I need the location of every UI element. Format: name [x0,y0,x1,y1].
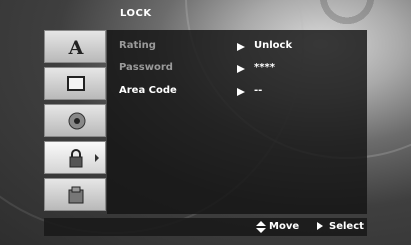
display-icon [67,76,85,91]
others-icon [68,186,84,204]
footer-help-bar: Move Select [44,218,367,236]
right-arrow-icon [317,222,323,230]
setting-label: Area Code [119,85,177,96]
chevron-right-icon [95,154,99,162]
setting-value: Unlock [254,40,293,51]
audio-speaker-icon [68,112,86,130]
setting-row-rating[interactable]: Rating Unlock [119,40,359,56]
menu-title: LOCK [120,8,152,19]
up-down-arrow-icon [256,221,266,233]
sidebar-item-others[interactable] [44,178,106,211]
pointer-arrow-icon [237,43,245,51]
dvd-setup-screen: LOCK A Rating Unlock Password **** Area … [0,0,411,245]
lock-icon [69,149,83,168]
pointer-arrow-icon [237,88,245,96]
setting-label: Rating [119,40,156,51]
setting-value: -- [254,85,263,96]
sidebar-item-lock[interactable] [44,141,106,174]
footer-select-label: Select [329,221,364,232]
sidebar-item-language[interactable]: A [44,30,106,63]
sidebar-item-display[interactable] [44,67,106,100]
sidebar-item-audio[interactable] [44,104,106,137]
pointer-arrow-icon [237,65,245,73]
setting-label: Password [119,62,173,73]
footer-move-label: Move [269,221,300,232]
lock-settings-panel: Rating Unlock Password **** Area Code -- [107,30,367,214]
language-a-icon: A [68,37,84,57]
svg-text:A: A [68,37,84,57]
setting-row-area-code[interactable]: Area Code -- [119,85,359,101]
setting-row-password[interactable]: Password **** [119,62,359,78]
setting-value: **** [254,62,275,73]
setup-sidebar: A [44,30,106,214]
